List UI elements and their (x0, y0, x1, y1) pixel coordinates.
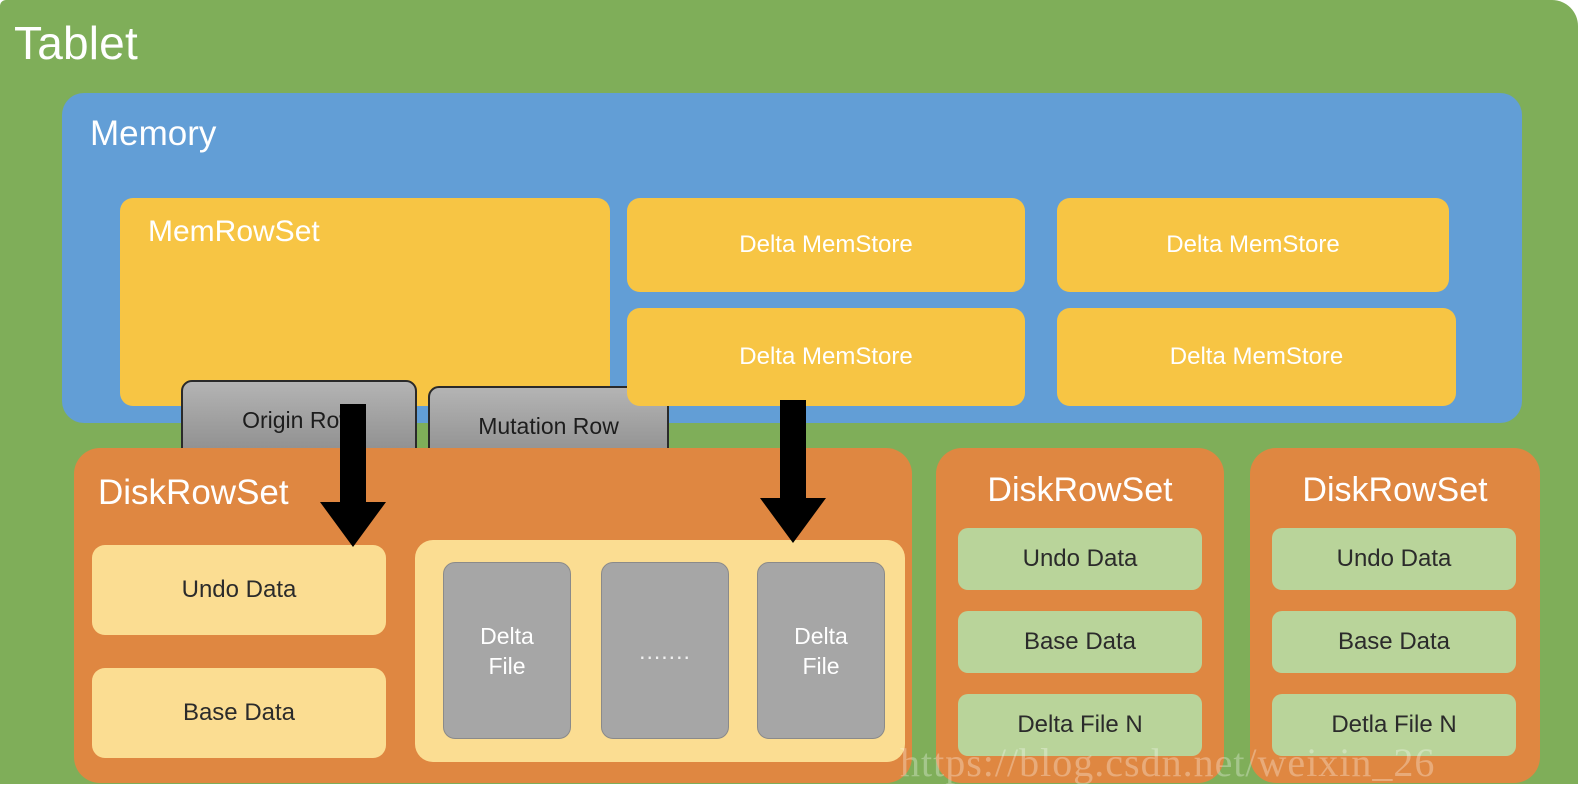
flush-arrow-left (320, 404, 386, 547)
delta-memstore-2: Delta MemStore (627, 308, 1025, 406)
diskrowset-b-undo-data: Undo Data (958, 528, 1202, 590)
diskrowset-b-base-data: Base Data (958, 611, 1202, 673)
tablet-container: Tablet https://blog.csdn.net/weixin_26 M… (0, 0, 1578, 784)
delta-file-ellipsis: ....... (601, 562, 729, 739)
delta-file-1-line2: File (488, 652, 526, 679)
memory-title: Memory (90, 114, 217, 153)
diskrowset-c-title: DiskRowSet (1302, 471, 1488, 509)
diskrowset-b-delta-file-n: Delta File N (958, 694, 1202, 756)
diskrowset-c-undo-data: Undo Data (1272, 528, 1516, 590)
delta-memstore-3: Delta MemStore (1057, 198, 1449, 292)
memrowset-title: MemRowSet (148, 215, 320, 248)
undo-data-chip: Undo Data (92, 545, 386, 635)
delta-file-n-line2: File (802, 652, 840, 679)
memrowset-box: MemRowSet (120, 198, 610, 406)
delta-memstore-1: Delta MemStore (627, 198, 1025, 292)
base-data-chip: Base Data (92, 668, 386, 758)
diskrowset-main-title: DiskRowSet (98, 473, 289, 512)
tablet-title: Tablet (14, 17, 138, 69)
diskrowset-b: DiskRowSet Undo Data Base Data Delta Fil… (936, 448, 1224, 783)
flush-arrow-right (760, 400, 826, 543)
diskrowset-b-title: DiskRowSet (987, 471, 1173, 509)
delta-file-panel: Delta File ....... Delta File (415, 540, 905, 762)
delta-file-n: Delta File (757, 562, 885, 739)
diagram-canvas: Tablet https://blog.csdn.net/weixin_26 M… (0, 0, 1578, 794)
delta-file-1-line1: Delta (480, 622, 534, 649)
delta-file-1: Delta File (443, 562, 571, 739)
diskrowset-c-delta-file-n: Detla File N (1272, 694, 1516, 756)
diskrowset-c-base-data: Base Data (1272, 611, 1516, 673)
delta-memstore-4: Delta MemStore (1057, 308, 1456, 406)
delta-file-n-line1: Delta (794, 622, 848, 649)
ellipsis-label: ....... (639, 637, 691, 664)
memory-container: Memory MemRowSet Origin Row Mutation Row… (62, 93, 1522, 466)
diskrowset-c: DiskRowSet Undo Data Base Data Detla Fil… (1250, 448, 1540, 783)
